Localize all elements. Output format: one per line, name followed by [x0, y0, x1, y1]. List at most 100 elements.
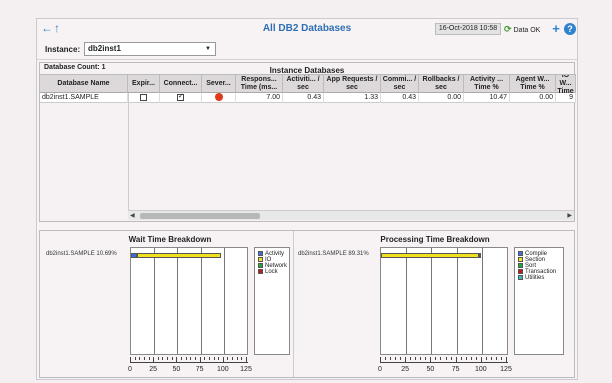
- processing-chart-tick-mark: [455, 357, 457, 363]
- processing-chart-gridline: [406, 248, 408, 354]
- scroll-left-icon[interactable]: ◀: [130, 211, 135, 221]
- wait-chart-tick-mark: [190, 357, 192, 360]
- processing-chart-legend-swatch: [518, 275, 523, 280]
- add-icon[interactable]: +: [550, 22, 562, 35]
- wait-chart-legend-swatch: [258, 257, 263, 262]
- cell-database-name: db2inst1.SAMPLE: [40, 93, 128, 103]
- wait-chart-tick-mark: [139, 357, 141, 360]
- processing-chart-tick-mark: [430, 357, 432, 363]
- processing-chart-bar-transaction[interactable]: [478, 253, 481, 258]
- processing-chart-tick-label: 0: [378, 366, 382, 373]
- wait-chart-legend: Activity IO Network Lock: [254, 247, 290, 355]
- wait-chart-tick-label: 100: [216, 366, 229, 373]
- processing-chart-tick-mark: [470, 357, 472, 360]
- column-header-connected[interactable]: Connect...: [160, 75, 202, 93]
- processing-chart-tick-mark: [480, 357, 482, 363]
- scroll-right-icon[interactable]: ▶: [567, 211, 572, 221]
- wait-chart-tick-label: 75: [195, 366, 204, 373]
- wait-chart-gridline: [154, 248, 156, 354]
- connected-checkbox: [177, 93, 184, 102]
- wait-chart-tick-label: 50: [172, 366, 181, 373]
- processing-chart-tick-mark: [475, 357, 477, 360]
- column-header-io-wait-time[interactable]: IO W... Time: [556, 75, 576, 93]
- wait-chart-legend-item: Lock: [258, 269, 278, 275]
- column-header-app-requests[interactable]: App Requests / sec: [324, 75, 381, 93]
- processing-chart-gridline: [481, 248, 483, 354]
- wait-chart-tick-mark: [222, 357, 224, 363]
- wait-chart-tick-mark: [153, 357, 155, 363]
- header: ← ↑ All DB2 Databases 16-Oct-2018 10:58 …: [37, 19, 577, 39]
- processing-chart-legend: Compile Section Sort Transaction Utilities: [514, 247, 564, 355]
- column-header-expired[interactable]: Expir...: [128, 75, 160, 93]
- wait-chart-tick-mark: [162, 357, 164, 360]
- data-status-label: Data OK: [513, 27, 541, 34]
- wait-chart-category-label: db2inst1.SAMPLE 10.69%: [46, 251, 117, 257]
- instance-select[interactable]: db2inst1 ▼: [84, 42, 216, 56]
- processing-chart-tick-mark: [500, 357, 502, 360]
- wait-chart-tick-mark: [176, 357, 178, 363]
- column-header-database-name[interactable]: Database Name: [40, 75, 128, 93]
- processing-chart-tick-mark: [425, 357, 427, 360]
- wait-chart-gridline: [177, 248, 179, 354]
- column-header-rollbacks[interactable]: Rollbacks / sec: [419, 75, 464, 93]
- table-header: Database Name Expir... Connect... Sever.…: [40, 74, 576, 93]
- cell-activity-time: 10.47: [464, 93, 510, 103]
- processing-chart-tick-mark: [410, 357, 412, 360]
- wait-chart-tick-label: 0: [128, 366, 132, 373]
- wait-chart-tick-label: 125: [240, 366, 252, 373]
- column-header-response-time[interactable]: Respons... Time (ms...: [236, 75, 283, 93]
- wait-chart-tick-mark: [148, 357, 150, 360]
- processing-chart-tick-mark: [495, 357, 497, 360]
- column-header-commits[interactable]: Commi... / sec: [381, 75, 419, 93]
- wait-chart-legend-swatch: [258, 251, 263, 256]
- severity-critical-icon: [214, 93, 223, 102]
- wait-chart-gridline: [200, 248, 202, 354]
- column-header-activity-time[interactable]: Activity ... Time %: [464, 75, 510, 93]
- chevron-down-icon: ▼: [205, 46, 211, 52]
- processing-chart-tick-mark: [445, 357, 447, 360]
- processing-chart-tick-mark: [506, 357, 507, 363]
- wait-chart-legend-label: Lock: [265, 269, 278, 275]
- wait-chart-tick-mark: [246, 357, 247, 363]
- wait-chart-tick-mark: [157, 357, 159, 360]
- column-header-agent-wait-time[interactable]: Agent W... Time %: [510, 75, 556, 93]
- processing-chart-tick-mark: [415, 357, 417, 360]
- processing-chart-tick-mark: [385, 357, 387, 360]
- processing-chart-tick-label: 100: [474, 366, 487, 373]
- wait-chart-tick-mark: [199, 357, 201, 363]
- processing-chart-tick-mark: [485, 357, 487, 360]
- instance-databases-table: Database Count: 1 Instance Databases Dat…: [39, 62, 576, 222]
- horizontal-scrollbar[interactable]: ◀ ▶: [128, 210, 574, 220]
- column-header-severity[interactable]: Sever...: [202, 75, 236, 93]
- processing-chart-tick-label: 25: [401, 366, 410, 373]
- processing-chart-tick-mark: [440, 357, 442, 360]
- refresh-icon[interactable]: ⟳: [504, 24, 512, 34]
- processing-chart-category-label: db2inst1.SAMPLE 89.31%: [298, 251, 369, 257]
- wait-chart-tick-mark: [130, 357, 131, 363]
- wait-chart-tick-mark: [171, 357, 173, 360]
- cell-agent-wait-time: 0.00: [510, 93, 556, 103]
- data-status: ⟳ Data OK: [504, 23, 540, 37]
- scrollbar-thumb[interactable]: [140, 213, 260, 219]
- processing-chart-tick-label: 125: [500, 366, 512, 373]
- table-row[interactable]: db2inst1.SAMPLE 7.00 0.43 1.33 0.43 0.00…: [40, 93, 576, 103]
- cell-commits: 0.43: [381, 93, 419, 103]
- wait-chart-tick-mark: [143, 357, 145, 360]
- wait-chart-tick-mark: [181, 357, 183, 360]
- main-frame: ← ↑ All DB2 Databases 16-Oct-2018 10:58 …: [36, 18, 578, 380]
- wait-chart-tick-mark: [218, 357, 220, 360]
- wait-chart-x-axis: [130, 362, 248, 363]
- wait-chart-tick-mark: [204, 357, 206, 360]
- processing-chart-tick-mark: [465, 357, 467, 360]
- wait-chart-bar-io[interactable]: [137, 253, 221, 258]
- processing-chart-tick-mark: [435, 357, 437, 360]
- column-header-activities[interactable]: Activiti... / sec: [283, 75, 324, 93]
- processing-chart-bar-section[interactable]: [381, 253, 479, 258]
- processing-chart-title: Processing Time Breakdown: [380, 235, 490, 244]
- processing-chart-tick-mark: [420, 357, 422, 360]
- processing-chart-tick-mark: [460, 357, 462, 360]
- wait-chart-plot: [130, 247, 248, 355]
- processing-chart-x-axis: [380, 362, 508, 363]
- expired-checkbox: [140, 93, 147, 101]
- help-icon[interactable]: ?: [564, 23, 576, 35]
